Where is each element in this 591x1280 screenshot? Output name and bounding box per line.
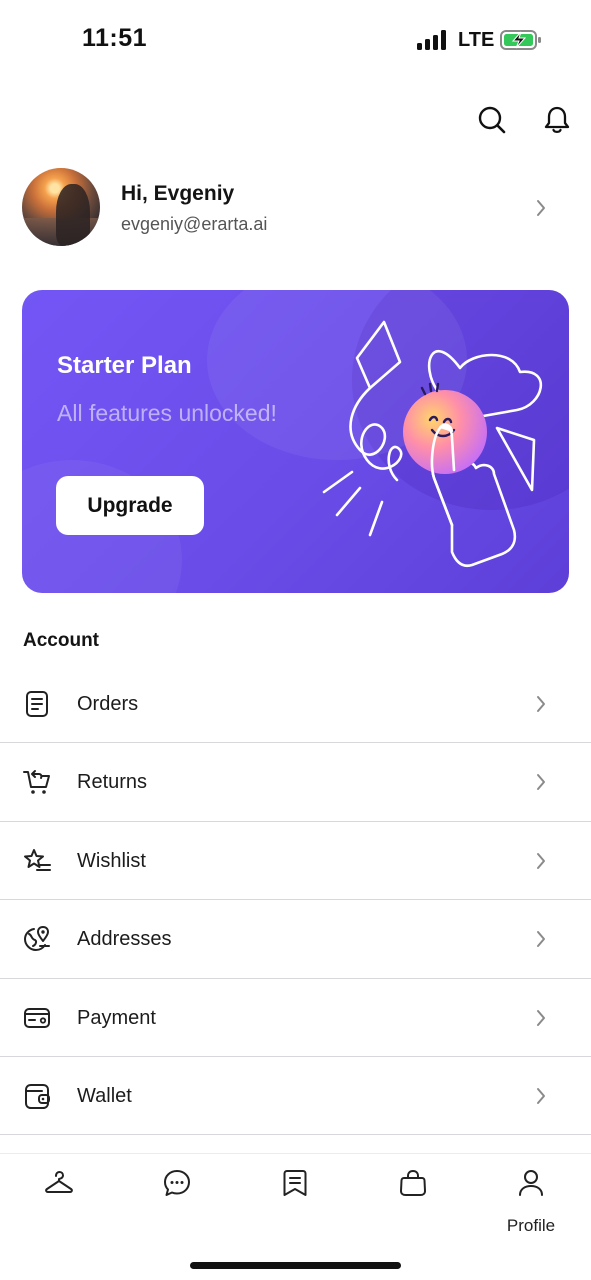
- nav-item-bag[interactable]: [383, 1166, 443, 1236]
- bell-icon[interactable]: [541, 104, 573, 136]
- card-icon: [24, 1007, 50, 1028]
- menu-item-orders[interactable]: Orders: [0, 665, 591, 744]
- search-icon[interactable]: [476, 104, 508, 136]
- chevron-right-icon: [537, 931, 545, 948]
- network-label: LTE: [458, 29, 495, 51]
- hanger-icon: [45, 1171, 73, 1193]
- upgrade-button[interactable]: Upgrade: [56, 476, 204, 535]
- menu-item-label: Orders: [77, 693, 139, 715]
- section-title-account: Account: [23, 630, 99, 651]
- nav-item-saved[interactable]: [265, 1166, 325, 1236]
- chevron-right-icon: [537, 696, 545, 712]
- menu-item-label: Returns: [77, 771, 148, 794]
- status-bar: 11:51 LTE: [0, 0, 591, 80]
- home-indicator: [190, 1262, 401, 1269]
- wallet-icon: [25, 1083, 50, 1109]
- illustration-icon: [322, 320, 542, 568]
- star-list-icon: [24, 848, 51, 871]
- user-icon: [519, 1170, 543, 1196]
- menu-item-returns[interactable]: Returns: [0, 743, 591, 822]
- menu-item-payment[interactable]: Payment: [0, 979, 591, 1057]
- avatar: [22, 168, 100, 246]
- map-pin-icon: [23, 926, 50, 952]
- receipt-icon: [26, 691, 48, 717]
- profile-email: evgeniy@erarta.ai: [121, 214, 268, 234]
- battery-charging-icon: [500, 30, 541, 50]
- signal-icon: [417, 30, 447, 50]
- nav-item-profile[interactable]: Profile: [501, 1166, 561, 1236]
- profile-greeting: Hi, Evgeniy: [121, 182, 235, 205]
- menu-item-label: Addresses: [77, 928, 172, 951]
- profile-row[interactable]: Hi, Evgeniy evgeniy@erarta.ai: [0, 166, 591, 250]
- bookmark-icon: [283, 1170, 307, 1196]
- bottom-nav: Profile: [0, 1153, 591, 1280]
- nav-item-catalog[interactable]: [29, 1166, 89, 1236]
- status-time: 11:51: [82, 24, 148, 52]
- chevron-right-icon: [537, 200, 545, 216]
- menu-item-label: Wallet: [77, 1084, 132, 1107]
- menu-item-label: Payment: [77, 1006, 156, 1029]
- menu-item-wallet[interactable]: Wallet: [0, 1057, 591, 1136]
- chevron-right-icon: [537, 1009, 545, 1026]
- chevron-right-icon: [537, 1087, 545, 1104]
- plan-card: Starter Plan All features unlocked! Upgr…: [22, 290, 569, 593]
- nav-item-chat[interactable]: [147, 1166, 207, 1236]
- cart-return-icon: [23, 770, 50, 795]
- menu-item-label: Wishlist: [77, 849, 146, 872]
- nav-label-profile: Profile: [506, 1216, 556, 1235]
- bag-icon: [400, 1169, 426, 1196]
- chevron-right-icon: [537, 852, 545, 869]
- menu-item-wishlist[interactable]: Wishlist: [0, 822, 591, 901]
- chevron-right-icon: [537, 774, 545, 791]
- account-menu: Orders Returns Wishlist Addresses Paymen…: [0, 665, 591, 1136]
- chat-icon: [164, 1170, 190, 1196]
- menu-item-addresses[interactable]: Addresses: [0, 900, 591, 979]
- plan-title: Starter Plan: [57, 352, 192, 379]
- plan-subtitle: All features unlocked!: [57, 400, 277, 426]
